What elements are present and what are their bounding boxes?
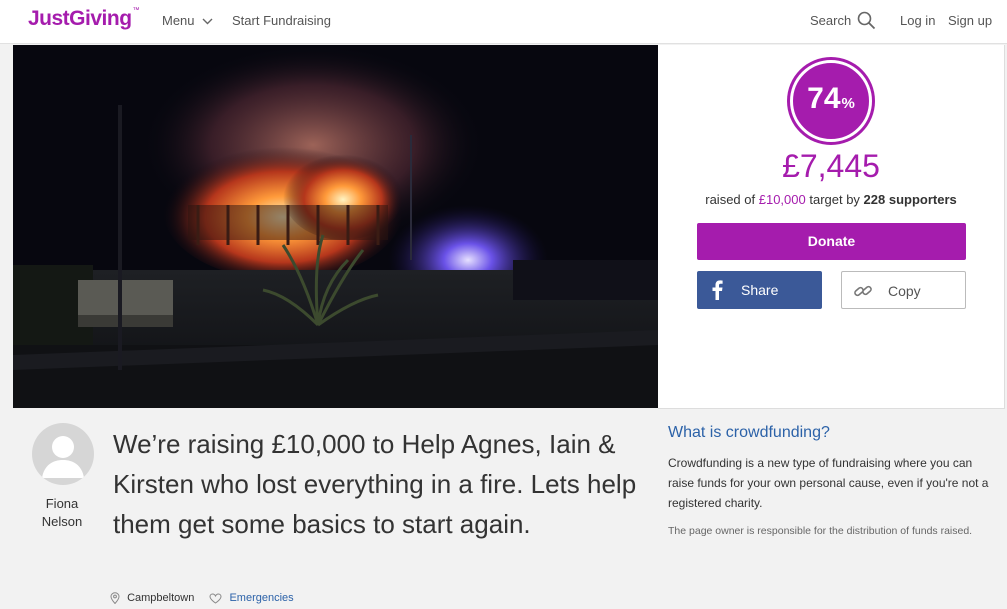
- copy-link-button[interactable]: Copy: [841, 271, 966, 309]
- donation-panel: 74% £7,445 raised of £10,000 target by 2…: [658, 45, 1005, 409]
- raised-amount: £7,445: [782, 148, 880, 184]
- page-meta: Campbeltown Emergencies: [110, 592, 294, 605]
- link-icon: [854, 285, 872, 297]
- target-amount: £10,000: [758, 192, 806, 207]
- owner-name: Fiona Nelson: [41, 496, 83, 529]
- crowdfunding-description: Crowdfunding is a new type of fundraisin…: [668, 456, 989, 510]
- donate-button[interactable]: Donate: [697, 223, 966, 260]
- top-nav: JustGiving™ Menu Start Fundraising Searc…: [0, 0, 1007, 44]
- login-link[interactable]: Log in: [900, 13, 935, 28]
- menu-button[interactable]: Menu: [162, 13, 213, 28]
- justgiving-logo[interactable]: JustGiving™: [28, 7, 139, 31]
- page-title: We’re raising £10,000 to Help Agnes, Iai…: [113, 429, 637, 539]
- progress-ring: 74%: [790, 60, 872, 142]
- user-avatar-icon: [32, 423, 94, 485]
- fundraiser-photo: [13, 45, 658, 408]
- heart-icon: [209, 593, 222, 604]
- category-link[interactable]: Emergencies: [229, 592, 293, 604]
- progress-percent: 74%: [807, 82, 855, 115]
- signup-link[interactable]: Sign up: [948, 13, 992, 28]
- menu-label: Menu: [162, 13, 195, 28]
- share-label: Share: [741, 282, 779, 298]
- raised-summary: raised of £10,000 target by 228 supporte…: [705, 192, 957, 207]
- location-pin-icon: [110, 592, 120, 605]
- copy-label: Copy: [888, 283, 921, 299]
- crowdfunding-title[interactable]: What is crowdfunding?: [668, 424, 830, 442]
- search-link[interactable]: Search: [810, 13, 851, 28]
- start-fundraising-link[interactable]: Start Fundraising: [232, 13, 331, 28]
- search-icon[interactable]: [857, 11, 876, 30]
- supporter-count: 228 supporters: [863, 192, 957, 207]
- chevron-down-icon: [202, 18, 213, 25]
- facebook-icon: [712, 280, 723, 300]
- facebook-share-button[interactable]: Share: [697, 271, 822, 309]
- location-text: Campbeltown: [127, 592, 195, 605]
- owner-responsibility-note: The page owner is responsible for the di…: [668, 525, 973, 537]
